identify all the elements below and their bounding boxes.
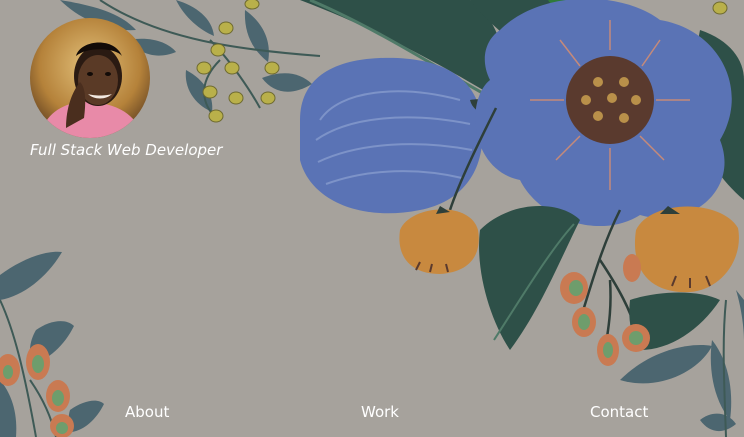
main-nav: About Work Contact xyxy=(0,403,744,427)
page: Full Stack Web Developer About Work Cont… xyxy=(0,0,744,437)
nav-link-about[interactable]: About xyxy=(125,403,169,421)
nav-link-work[interactable]: Work xyxy=(361,403,399,421)
nav-link-contact[interactable]: Contact xyxy=(590,403,648,421)
tagline: Full Stack Web Developer xyxy=(30,141,223,159)
profile-photo xyxy=(30,18,150,138)
